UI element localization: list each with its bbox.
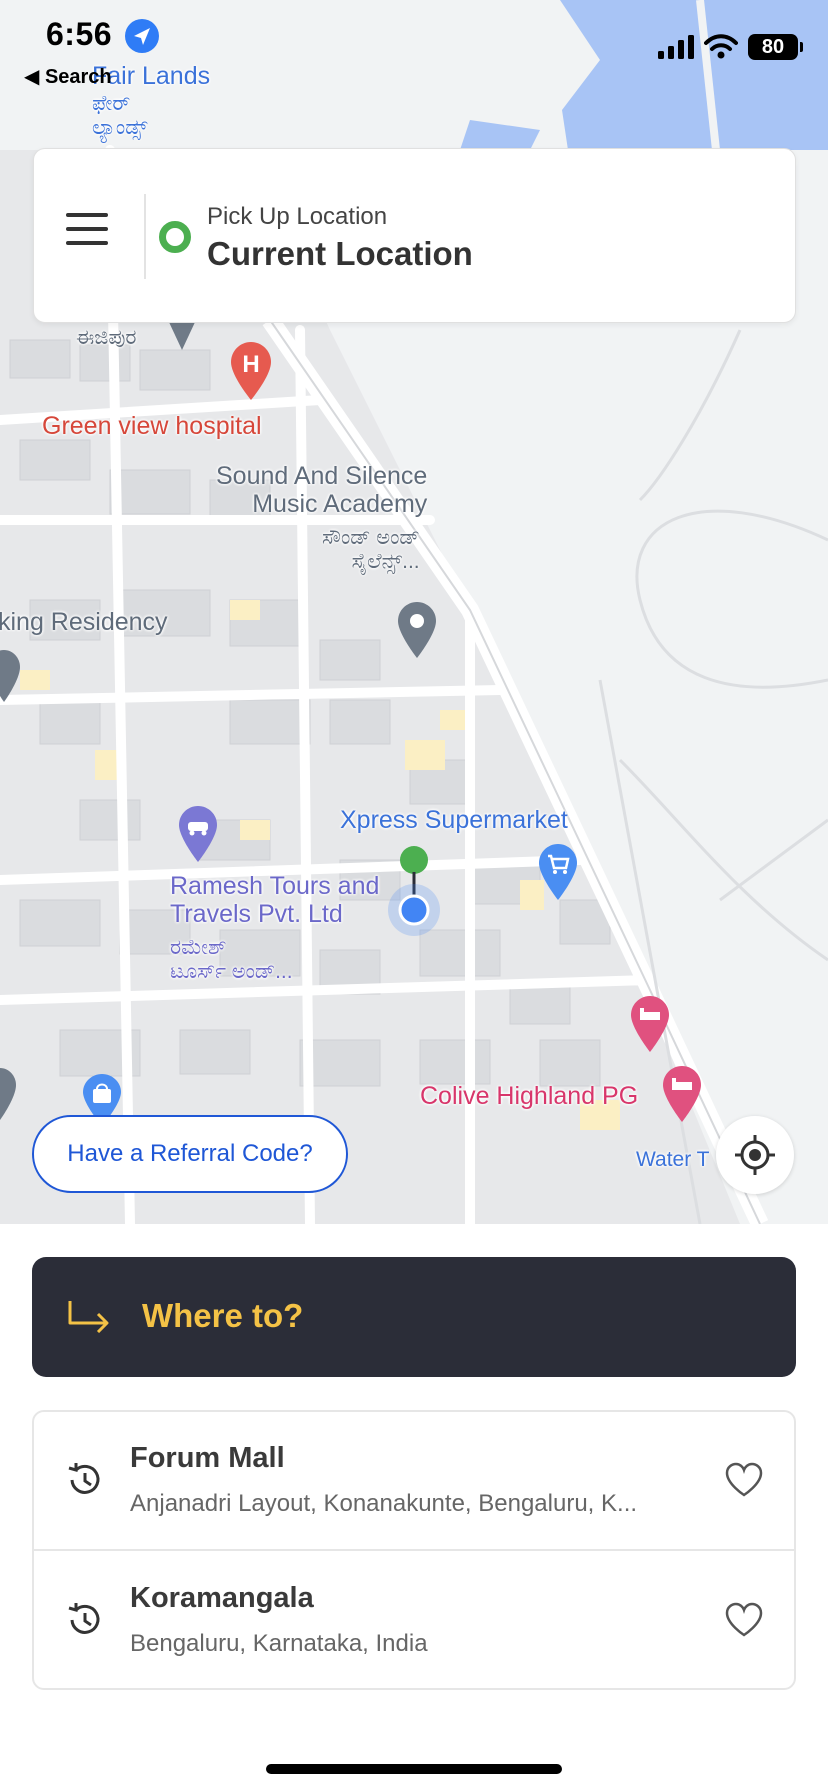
home-indicator[interactable]: [266, 1764, 562, 1774]
back-to-search-link[interactable]: ◀ Search: [24, 64, 112, 89]
heart-icon[interactable]: [724, 1602, 764, 1638]
turn-right-arrow-icon: [68, 1301, 109, 1333]
map-label-fair-lands-kn: ಫೇರ್ ಲ್ಯಾಂಡ್ಸ್: [92, 92, 148, 139]
location-arrow-icon: [125, 19, 159, 53]
travel-agency-pin-icon[interactable]: [176, 804, 220, 864]
map-label-ramesh-kn: ರಮೇಶ್ ಟೂರ್ಸ್ ಅಂಡ್...: [170, 936, 293, 983]
where-to-button[interactable]: Where to?: [32, 1257, 796, 1377]
map-label-hospital[interactable]: Green view hospital: [42, 412, 262, 440]
pickup-value[interactable]: Current Location: [207, 235, 473, 273]
map-label-water[interactable]: Water T: [636, 1148, 710, 1172]
pickup-label: Pick Up Location: [207, 203, 388, 230]
map-label-sound-silence-kn: ಸೌಂಡ್ ಅಂಡ್ ಸೈಲೆನ್ಸ್...: [322, 526, 420, 573]
wifi-icon: [704, 34, 738, 59]
recent-destination-item[interactable]: Forum Mall Anjanadri Layout, Konanakunte…: [34, 1412, 794, 1551]
map-label-xpress[interactable]: Xpress Supermarket: [340, 806, 568, 834]
hotel-pin-icon[interactable]: [628, 994, 672, 1054]
hospital-pin-icon[interactable]: H: [228, 340, 274, 402]
status-time: 6:56: [46, 16, 113, 52]
where-to-label: Where to?: [142, 1297, 304, 1334]
map-label-ramesh[interactable]: Ramesh Tours and Travels Pvt. Ltd: [170, 872, 379, 928]
recent-destination-item[interactable]: Koramangala Bengaluru, Karnataka, India: [34, 1552, 794, 1691]
map-pin-icon[interactable]: [395, 600, 439, 660]
map-pin-icon[interactable]: [0, 648, 22, 704]
shopping-cart-pin-icon[interactable]: [536, 842, 580, 902]
status-indicators: 80: [658, 34, 803, 60]
recent-destination-title: Koramangala: [130, 1582, 314, 1614]
recent-destinations-list: Forum Mall Anjanadri Layout, Konanakunte…: [32, 1410, 796, 1690]
map-label-sound-silence[interactable]: Sound And Silence Music Academy: [216, 462, 427, 518]
map-label-ejipura: ಈಜಿಪುರ: [76, 326, 137, 349]
signal-icon: [658, 35, 694, 59]
pickup-dot-icon: [159, 221, 191, 253]
referral-code-button[interactable]: Have a Referral Code?: [32, 1115, 348, 1193]
battery-icon: 80: [748, 34, 803, 60]
current-location-marker[interactable]: [384, 840, 444, 940]
map-label-colive[interactable]: Colive Highland PG: [420, 1082, 638, 1110]
crosshair-icon: [735, 1135, 775, 1175]
recent-destination-address: Anjanadri Layout, Konanakunte, Bengaluru…: [130, 1490, 638, 1517]
history-icon: [68, 1603, 100, 1634]
recent-destination-address: Bengaluru, Karnataka, India: [130, 1630, 428, 1657]
history-icon: [68, 1463, 100, 1494]
pickup-location-card[interactable]: Pick Up Location Current Location: [33, 148, 796, 323]
map-label-residency[interactable]: king Residency: [0, 608, 168, 636]
recent-destination-title: Forum Mall: [130, 1442, 285, 1474]
divider: [144, 194, 146, 279]
recenter-location-button[interactable]: [716, 1116, 794, 1194]
menu-icon[interactable]: [66, 213, 108, 245]
hotel-pin-icon[interactable]: [660, 1064, 704, 1124]
svg-text:H: H: [242, 351, 259, 378]
map-pin-icon[interactable]: [0, 1066, 18, 1122]
heart-icon[interactable]: [724, 1462, 764, 1498]
